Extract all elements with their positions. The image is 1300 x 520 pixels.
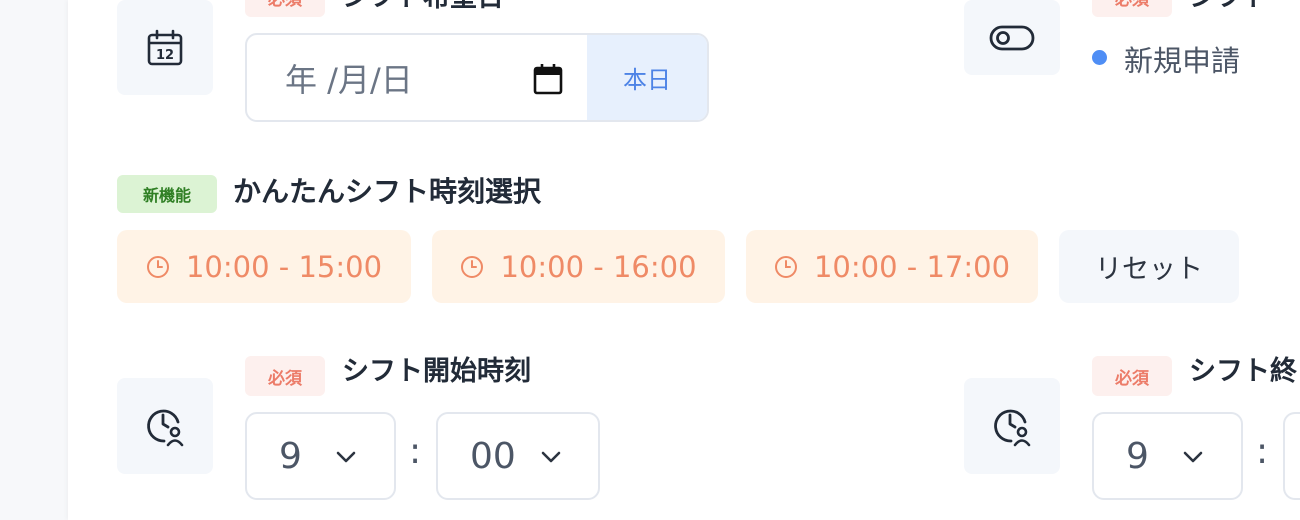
required-badge: 必須 <box>1092 356 1172 396</box>
new-feature-badge: 新機能 <box>117 175 217 213</box>
clock-user-icon-box <box>117 378 213 474</box>
chevron-down-icon <box>541 451 561 463</box>
minute-select[interactable]: 00 <box>436 412 600 500</box>
calendar-icon: 12 <box>147 29 183 65</box>
hour-value: 9 <box>279 435 302 477</box>
status-dot <box>1092 50 1107 65</box>
calendar-icon-box: 12 <box>117 0 213 95</box>
today-button[interactable]: 本日 <box>587 35 707 120</box>
status-text: 新規申請 <box>1124 44 1241 78</box>
reset-button[interactable]: リセット <box>1059 230 1239 303</box>
chevron-down-icon <box>336 451 356 463</box>
date-input[interactable]: 年 /月/日 <box>247 35 587 120</box>
preset-label: 10:00 - 15:00 <box>185 249 383 284</box>
clock-icon <box>461 255 484 278</box>
hour-value: 9 <box>1126 435 1149 477</box>
clock-user-icon <box>147 409 184 447</box>
toggle-icon-box <box>964 0 1060 75</box>
toggle-icon <box>989 25 1035 50</box>
field-title-shift-type: シフト <box>1189 0 1270 18</box>
required-badge: 必須 <box>245 0 325 17</box>
required-badge: 必須 <box>1092 0 1172 17</box>
clock-user-icon <box>994 409 1031 447</box>
clock-user-icon-box <box>964 378 1060 474</box>
time-separator: : <box>1256 431 1269 472</box>
clock-icon <box>774 255 797 278</box>
hour-select[interactable]: 9 <box>245 412 396 500</box>
minute-value: 00 <box>470 435 516 477</box>
field-title-end-time: シフト終 <box>1189 356 1297 387</box>
quick-select-title: かんたんシフト時刻選択 <box>233 175 542 208</box>
minute-select[interactable] <box>1283 412 1300 500</box>
preset-button[interactable]: 10:00 - 16:00 <box>432 230 725 303</box>
svg-text:12: 12 <box>156 48 174 63</box>
chevron-down-icon <box>1183 451 1203 463</box>
date-placeholder: 年 /月/日 <box>285 60 413 99</box>
clock-icon <box>146 255 169 278</box>
preset-label: 10:00 - 17:00 <box>813 249 1011 284</box>
field-title-start-time: シフト開始時刻 <box>342 356 531 387</box>
time-separator: : <box>409 431 422 472</box>
field-title-date: シフト希望日 <box>342 0 504 18</box>
preset-label: 10:00 - 16:00 <box>500 249 697 284</box>
preset-button[interactable]: 10:00 - 17:00 <box>746 230 1038 303</box>
required-badge: 必須 <box>245 356 325 396</box>
date-field-group: 年 /月/日 本日 <box>245 33 709 122</box>
calendar-picker-icon[interactable] <box>533 63 563 95</box>
preset-button[interactable]: 10:00 - 15:00 <box>117 230 411 303</box>
hour-select[interactable]: 9 <box>1092 412 1243 500</box>
